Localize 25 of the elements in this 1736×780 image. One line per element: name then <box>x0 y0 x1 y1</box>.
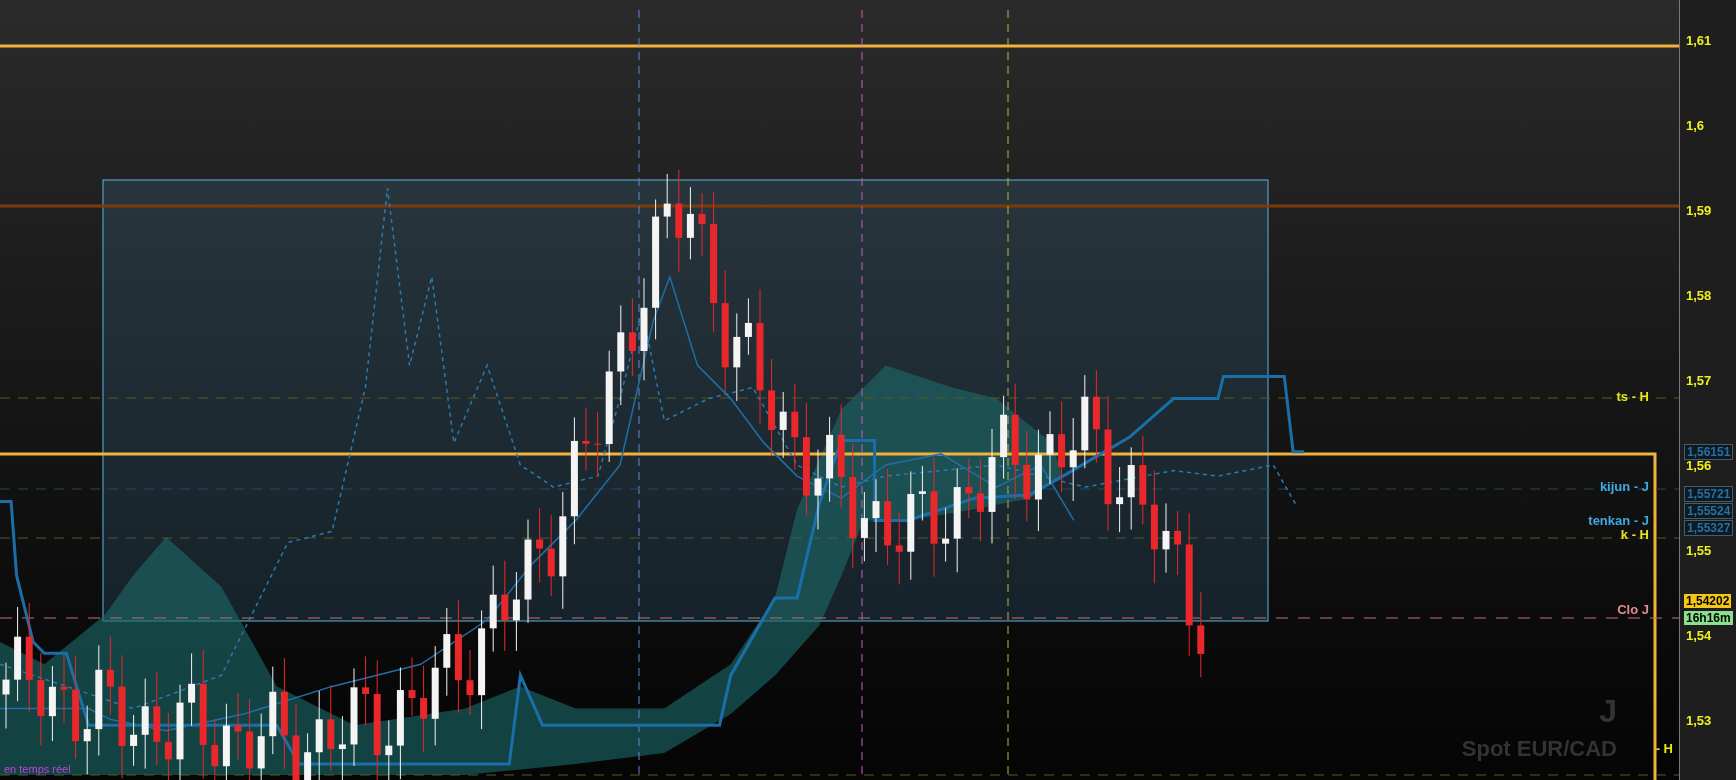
price-tag: 1,55524 <box>1684 503 1734 519</box>
zone-rectangle[interactable] <box>102 179 1269 622</box>
axis-tick-label: 1,54 <box>1686 629 1712 642</box>
price-tag: 1,55327 <box>1684 520 1734 536</box>
axis-tick-label: 1,55 <box>1686 544 1712 557</box>
price-tag: 1,54202 <box>1684 594 1732 608</box>
status-text: en temps réel <box>4 764 71 775</box>
line-label: Clo J <box>1617 603 1649 616</box>
axis-tick-label: 1,61 <box>1686 34 1712 47</box>
line-label: tenkan - J <box>1588 514 1649 527</box>
price-tag: 16h16m <box>1684 611 1733 625</box>
axis-tick-label: 1,57 <box>1686 374 1712 387</box>
pivot-line[interactable] <box>0 452 1657 780</box>
axis-tick-label: 1,58 <box>1686 289 1712 302</box>
axis-tick-label: 1,59 <box>1686 204 1712 217</box>
line-label: - H <box>1655 742 1673 755</box>
resistance-line[interactable] <box>0 44 1679 48</box>
line-label: ts - H <box>1616 390 1649 403</box>
line-label: kijun - J <box>1599 480 1649 493</box>
axis-tick-label: 1,53 <box>1686 714 1712 727</box>
line-label: k - H <box>1620 528 1649 541</box>
price-tag: 1,56151 <box>1684 444 1734 460</box>
price-tag: 1,55721 <box>1684 486 1734 502</box>
axis-tick-label: 1,6 <box>1686 119 1705 132</box>
axis-tick-label: 1,56 <box>1686 459 1712 472</box>
